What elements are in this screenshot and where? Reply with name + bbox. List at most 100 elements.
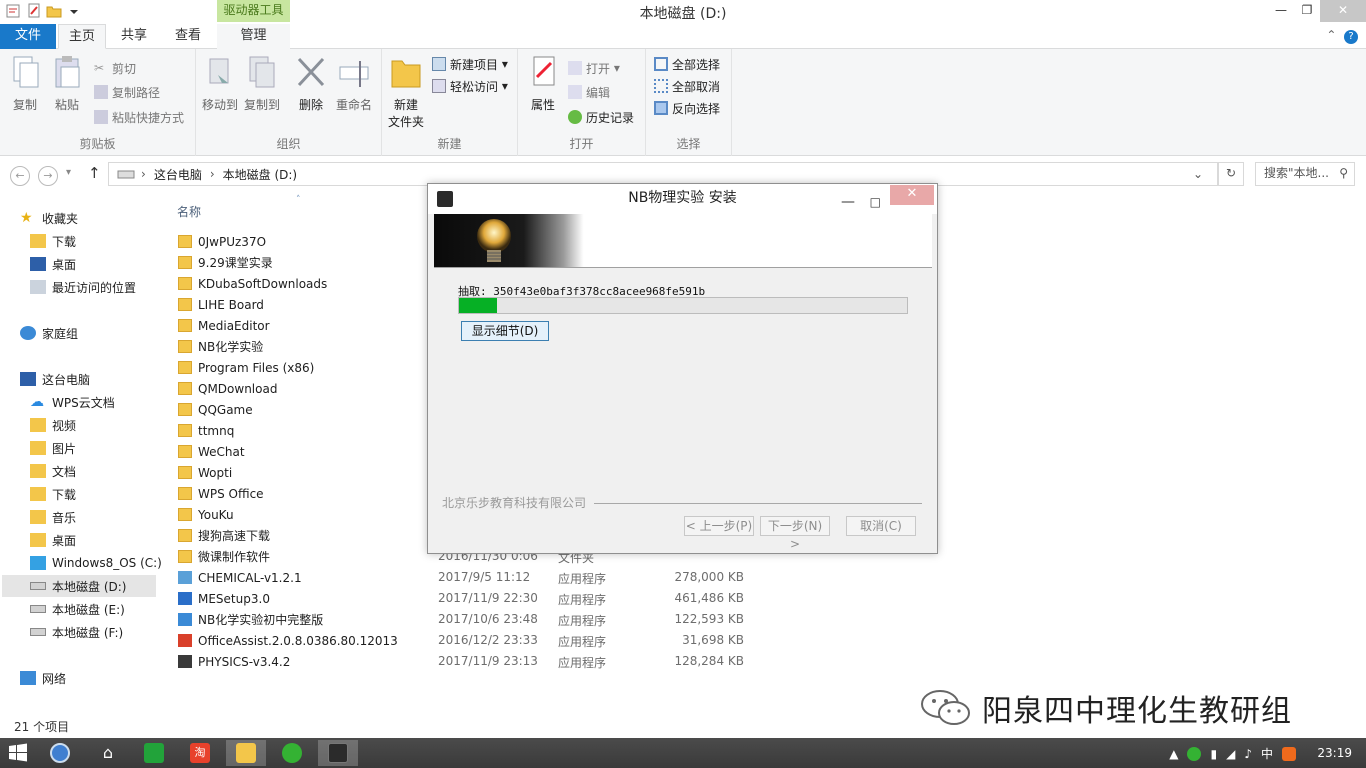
paste-button[interactable]: 粘贴 [52,55,82,113]
file-row-folder[interactable]: Program Files (x86) [178,357,314,378]
nav-favorites[interactable]: ★ 收藏夹 [20,207,78,229]
file-row-folder[interactable]: ttmnq [178,420,234,441]
invert-selection-button[interactable]: 反向选择 [654,98,720,118]
file-row-folder[interactable]: Wopti [178,462,232,483]
taskbar-file-explorer[interactable] [226,740,266,766]
minimize-button[interactable]: — [1268,0,1294,22]
move-to-button[interactable]: 移动到 [200,55,240,113]
copy-path-button[interactable]: 复制路径 [94,82,160,102]
recent-locations-dropdown[interactable]: ▾ [66,167,71,178]
new-folder-button[interactable]: 新建 文件夹 [386,55,426,130]
column-header-name[interactable]: 名称 [177,203,201,220]
dialog-minimize-button[interactable]: — [841,188,855,216]
tab-home[interactable]: 主页 [58,24,106,49]
tab-share[interactable]: 共享 [110,24,158,49]
file-row-folder[interactable]: NB化学实验 [178,336,263,357]
back-step-button[interactable]: < 上一步(P) [684,516,754,536]
nav-desktop[interactable]: 桌面 [30,529,76,551]
signal-icon[interactable]: ◢ [1226,747,1235,761]
cut-button[interactable]: ✂ 剪切 [94,58,136,78]
breadcrumb-drive-d[interactable]: 本地磁盘 (D:) [223,166,297,183]
open-button[interactable]: 打开 ▾ [568,58,620,78]
file-row-folder[interactable]: LIHE Board [178,294,264,315]
select-none-button[interactable]: 全部取消 [654,76,720,96]
file-row-folder[interactable]: 9.29课堂实录 [178,252,273,273]
copy-button[interactable]: 复制 [10,55,40,113]
taskbar-sogou-browser[interactable] [40,740,80,766]
wechat-tray-icon[interactable] [1187,746,1202,761]
back-button[interactable]: ← [10,166,30,186]
breadcrumb-this-pc[interactable]: 这台电脑 [154,166,202,183]
nav-videos[interactable]: 视频 [30,414,76,436]
history-button[interactable]: 历史记录 [568,107,634,127]
rename-button[interactable]: 重命名 [332,55,376,113]
nav-drive-e[interactable]: 本地磁盘 (E:) [30,598,125,620]
easy-access-button[interactable]: 轻松访问 ▾ [432,76,508,96]
maximize-button[interactable]: ❐ [1294,0,1320,22]
select-all-button[interactable]: 全部选择 [654,54,720,74]
dialog-close-button[interactable]: ✕ [890,185,934,205]
taskbar-installer[interactable] [318,740,358,766]
copy-to-button[interactable]: 复制到 [242,55,282,113]
refresh-button[interactable]: ↻ [1218,162,1244,186]
close-button[interactable]: ✕ [1320,0,1366,22]
tab-manage[interactable]: 管理 [217,24,290,49]
taskbar-home[interactable]: ⌂ [88,740,128,766]
file-row-folder[interactable]: 微课制作软件 [178,546,270,567]
nav-fav-desktop[interactable]: 桌面 [30,253,76,275]
dialog-maximize-button[interactable]: □ [870,188,881,216]
file-row-folder[interactable]: MediaEditor [178,315,270,336]
nav-drive-d[interactable]: 本地磁盘 (D:) [2,575,156,597]
tab-view[interactable]: 查看 [164,24,212,49]
nav-drive-f[interactable]: 本地磁盘 (F:) [30,621,123,643]
nav-drive-c[interactable]: Windows8_OS (C:) [30,552,162,574]
file-row-app[interactable]: NB化学实验初中完整版 [178,609,323,630]
file-row-app[interactable]: CHEMICAL-v1.2.1 [178,567,302,588]
tray-expand-icon[interactable]: ▲ [1169,747,1178,761]
forward-button[interactable]: → [38,166,58,186]
nav-homegroup[interactable]: 家庭组 [20,322,78,344]
paste-shortcut-button[interactable]: 粘贴快捷方式 [94,107,184,127]
nav-fav-downloads[interactable]: 下载 [30,230,76,252]
next-step-button[interactable]: 下一步(N) > [760,516,830,551]
tab-file[interactable]: 文件 [0,24,56,49]
nav-wps-cloud[interactable]: ☁ WPS云文档 [30,391,115,413]
file-row-folder[interactable]: KDubaSoftDownloads [178,273,327,294]
nav-pictures[interactable]: 图片 [30,437,76,459]
file-row-app[interactable]: PHYSICS-v3.4.2 [178,651,290,672]
ime-indicator[interactable]: 中 [1261,745,1273,762]
taskbar-taobao[interactable]: 淘 [180,740,220,766]
file-row-folder[interactable]: YouKu [178,504,234,525]
file-row-app[interactable]: OfficeAssist.2.0.8.0386.80.12013 [178,630,398,651]
nav-fav-recent[interactable]: 最近访问的位置 [30,276,136,298]
battery-icon[interactable]: ▮ [1210,747,1217,761]
file-row-folder[interactable]: WPS Office [178,483,264,504]
edit-button[interactable]: 编辑 [568,82,610,102]
volume-icon[interactable]: ♪ [1244,747,1252,761]
nav-music[interactable]: 音乐 [30,506,76,528]
windows-start-icon[interactable] [8,743,28,763]
nav-documents[interactable]: 文档 [30,460,76,482]
taskbar-green-app[interactable] [134,740,174,766]
file-row-folder[interactable]: QMDownload [178,378,277,399]
new-item-button[interactable]: 新建项目 ▾ [432,54,508,74]
file-row-folder[interactable]: QQGame [178,399,253,420]
search-input[interactable]: 搜索"本地... ⚲ [1255,162,1355,186]
show-details-button[interactable]: 显示细节(D) [461,321,549,341]
file-row-app[interactable]: MESetup3.0 [178,588,270,609]
delete-button[interactable]: 删除 [294,55,328,113]
address-dropdown-icon[interactable]: ⌄ [1193,167,1203,181]
nav-this-pc[interactable]: 这台电脑 [20,368,90,390]
properties-button[interactable]: 属性 [528,55,558,113]
file-row-folder[interactable]: 0JwPUz37O [178,231,266,252]
taskbar-clock[interactable]: 23:19 [1317,746,1352,760]
taskbar-wechat[interactable] [272,740,312,766]
sogou-ime-icon[interactable] [1282,746,1296,761]
nav-downloads[interactable]: 下载 [30,483,76,505]
ribbon-help-icons[interactable]: ⌃ ? [1326,28,1358,44]
file-row-folder[interactable]: WeChat [178,441,245,462]
nav-network[interactable]: 网络 [20,667,66,689]
cancel-button[interactable]: 取消(C) [846,516,916,536]
file-row-folder[interactable]: 搜狗高速下载 [178,525,270,546]
up-button[interactable]: ↑ [88,164,101,182]
